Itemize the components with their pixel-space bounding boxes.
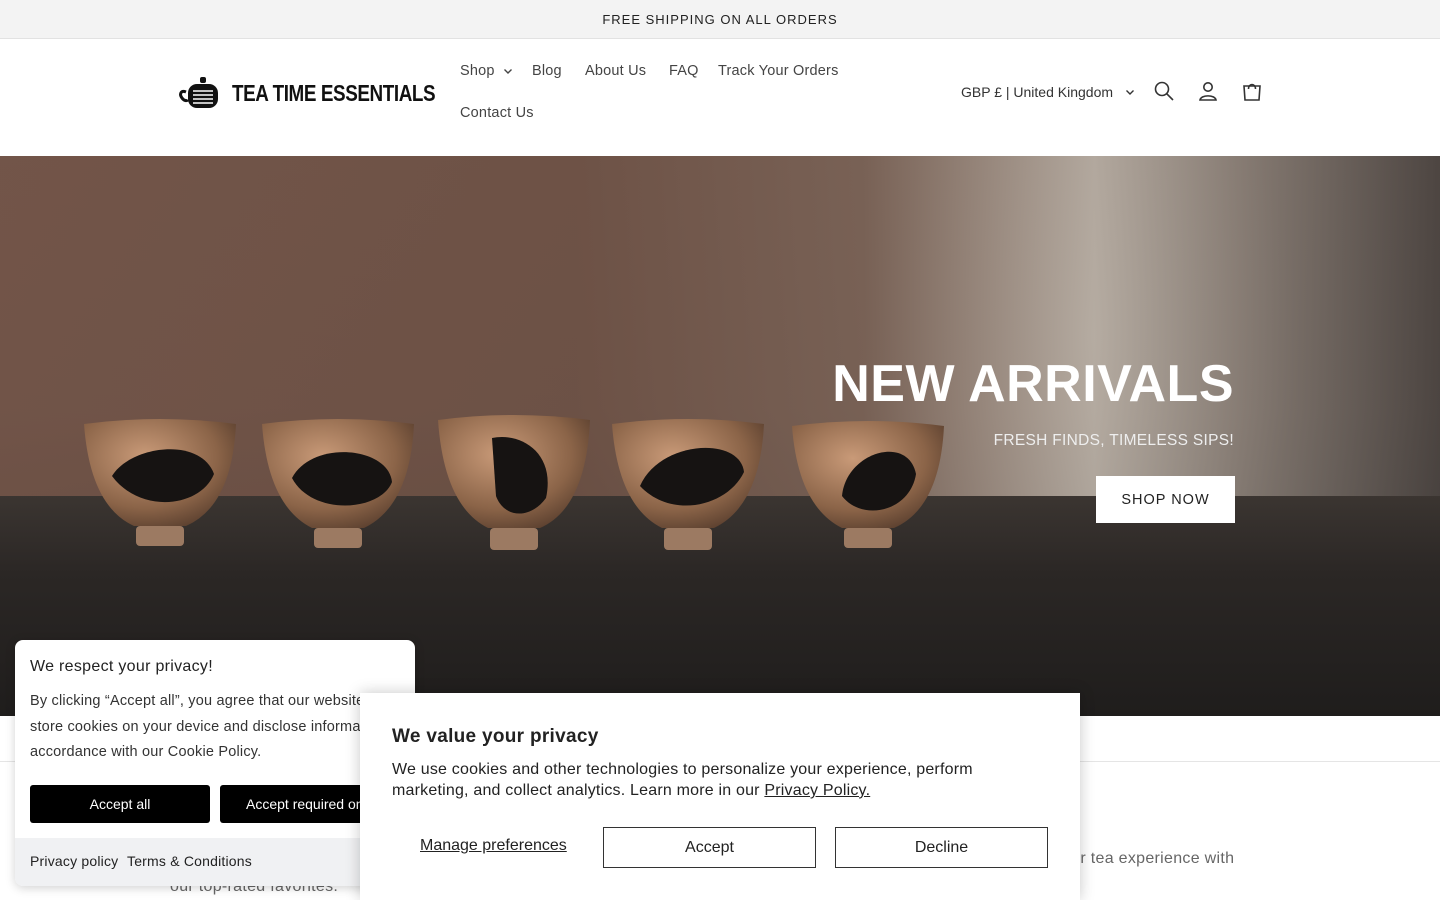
site-header: TEA TIME ESSENTIALS Shop Blog About Us F… [0,39,1440,156]
logo[interactable]: TEA TIME ESSENTIALS [178,74,480,112]
nav-shop[interactable]: Shop [460,63,513,79]
announcement-bar: FREE SHIPPING ON ALL ORDERS [0,0,1440,39]
manage-preferences-button[interactable]: Manage preferences [420,837,567,855]
privacy-banner-body: We use cookies and other technologies to… [392,761,973,799]
cookie-popup-text: By clicking “Accept all”, you agree that… [30,693,401,760]
chevron-down-icon [1126,90,1135,95]
teapot-logo-icon [179,77,218,108]
currency-selector[interactable]: GBP £ | United Kingdom [961,84,1135,100]
nav-track-orders[interactable]: Track Your Orders [718,63,839,79]
hero-banner: NEW ARRIVALS FRESH FINDS, TIMELESS SIPS!… [0,156,1440,716]
nav-shop-label: Shop [460,63,495,79]
privacy-policy-link[interactable]: Privacy Policy. [764,782,870,799]
search-icon[interactable] [1153,80,1175,102]
logo-text: TEA TIME ESSENTIALS [232,79,436,106]
shop-now-button[interactable]: SHOP NOW [1096,476,1235,523]
accept-all-button[interactable]: Accept all [30,785,210,823]
decline-button[interactable]: Decline [835,827,1048,868]
nav-faq[interactable]: FAQ [669,63,699,79]
privacy-banner-title: We value your privacy [392,726,599,747]
accept-button[interactable]: Accept [603,827,816,868]
privacy-banner-text: We use cookies and other technologies to… [392,759,1032,801]
terms-link[interactable]: Terms & Conditions [127,853,252,869]
chevron-down-icon [503,69,512,74]
announcement-text: FREE SHIPPING ON ALL ORDERS [602,11,838,27]
account-icon[interactable] [1197,80,1219,102]
cart-icon[interactable] [1241,80,1263,102]
nav-about-us[interactable]: About Us [585,63,646,79]
currency-label: GBP £ | United Kingdom [961,84,1114,100]
section-text-fragment: our tea experience with [1062,850,1235,867]
nav-faq-label: FAQ [669,63,699,79]
nav-contact-label: Contact Us [460,105,534,121]
nav-about-label: About Us [585,63,647,79]
privacy-policy-link[interactable]: Privacy policy [30,853,118,869]
cookie-consent-popup: We respect your privacy! By clicking “Ac… [15,640,415,886]
cookie-popup-title: We respect your privacy! [30,658,213,675]
nav-blog[interactable]: Blog [532,63,562,79]
hero-subtitle: FRESH FINDS, TIMELESS SIPS! [993,432,1234,449]
hero-title: NEW ARRIVALS [832,355,1234,413]
nav-track-label: Track Your Orders [718,63,839,79]
nav-blog-label: Blog [532,63,562,79]
privacy-banner: We value your privacy We use cookies and… [360,693,1080,900]
nav-contact-us[interactable]: Contact Us [460,105,534,121]
